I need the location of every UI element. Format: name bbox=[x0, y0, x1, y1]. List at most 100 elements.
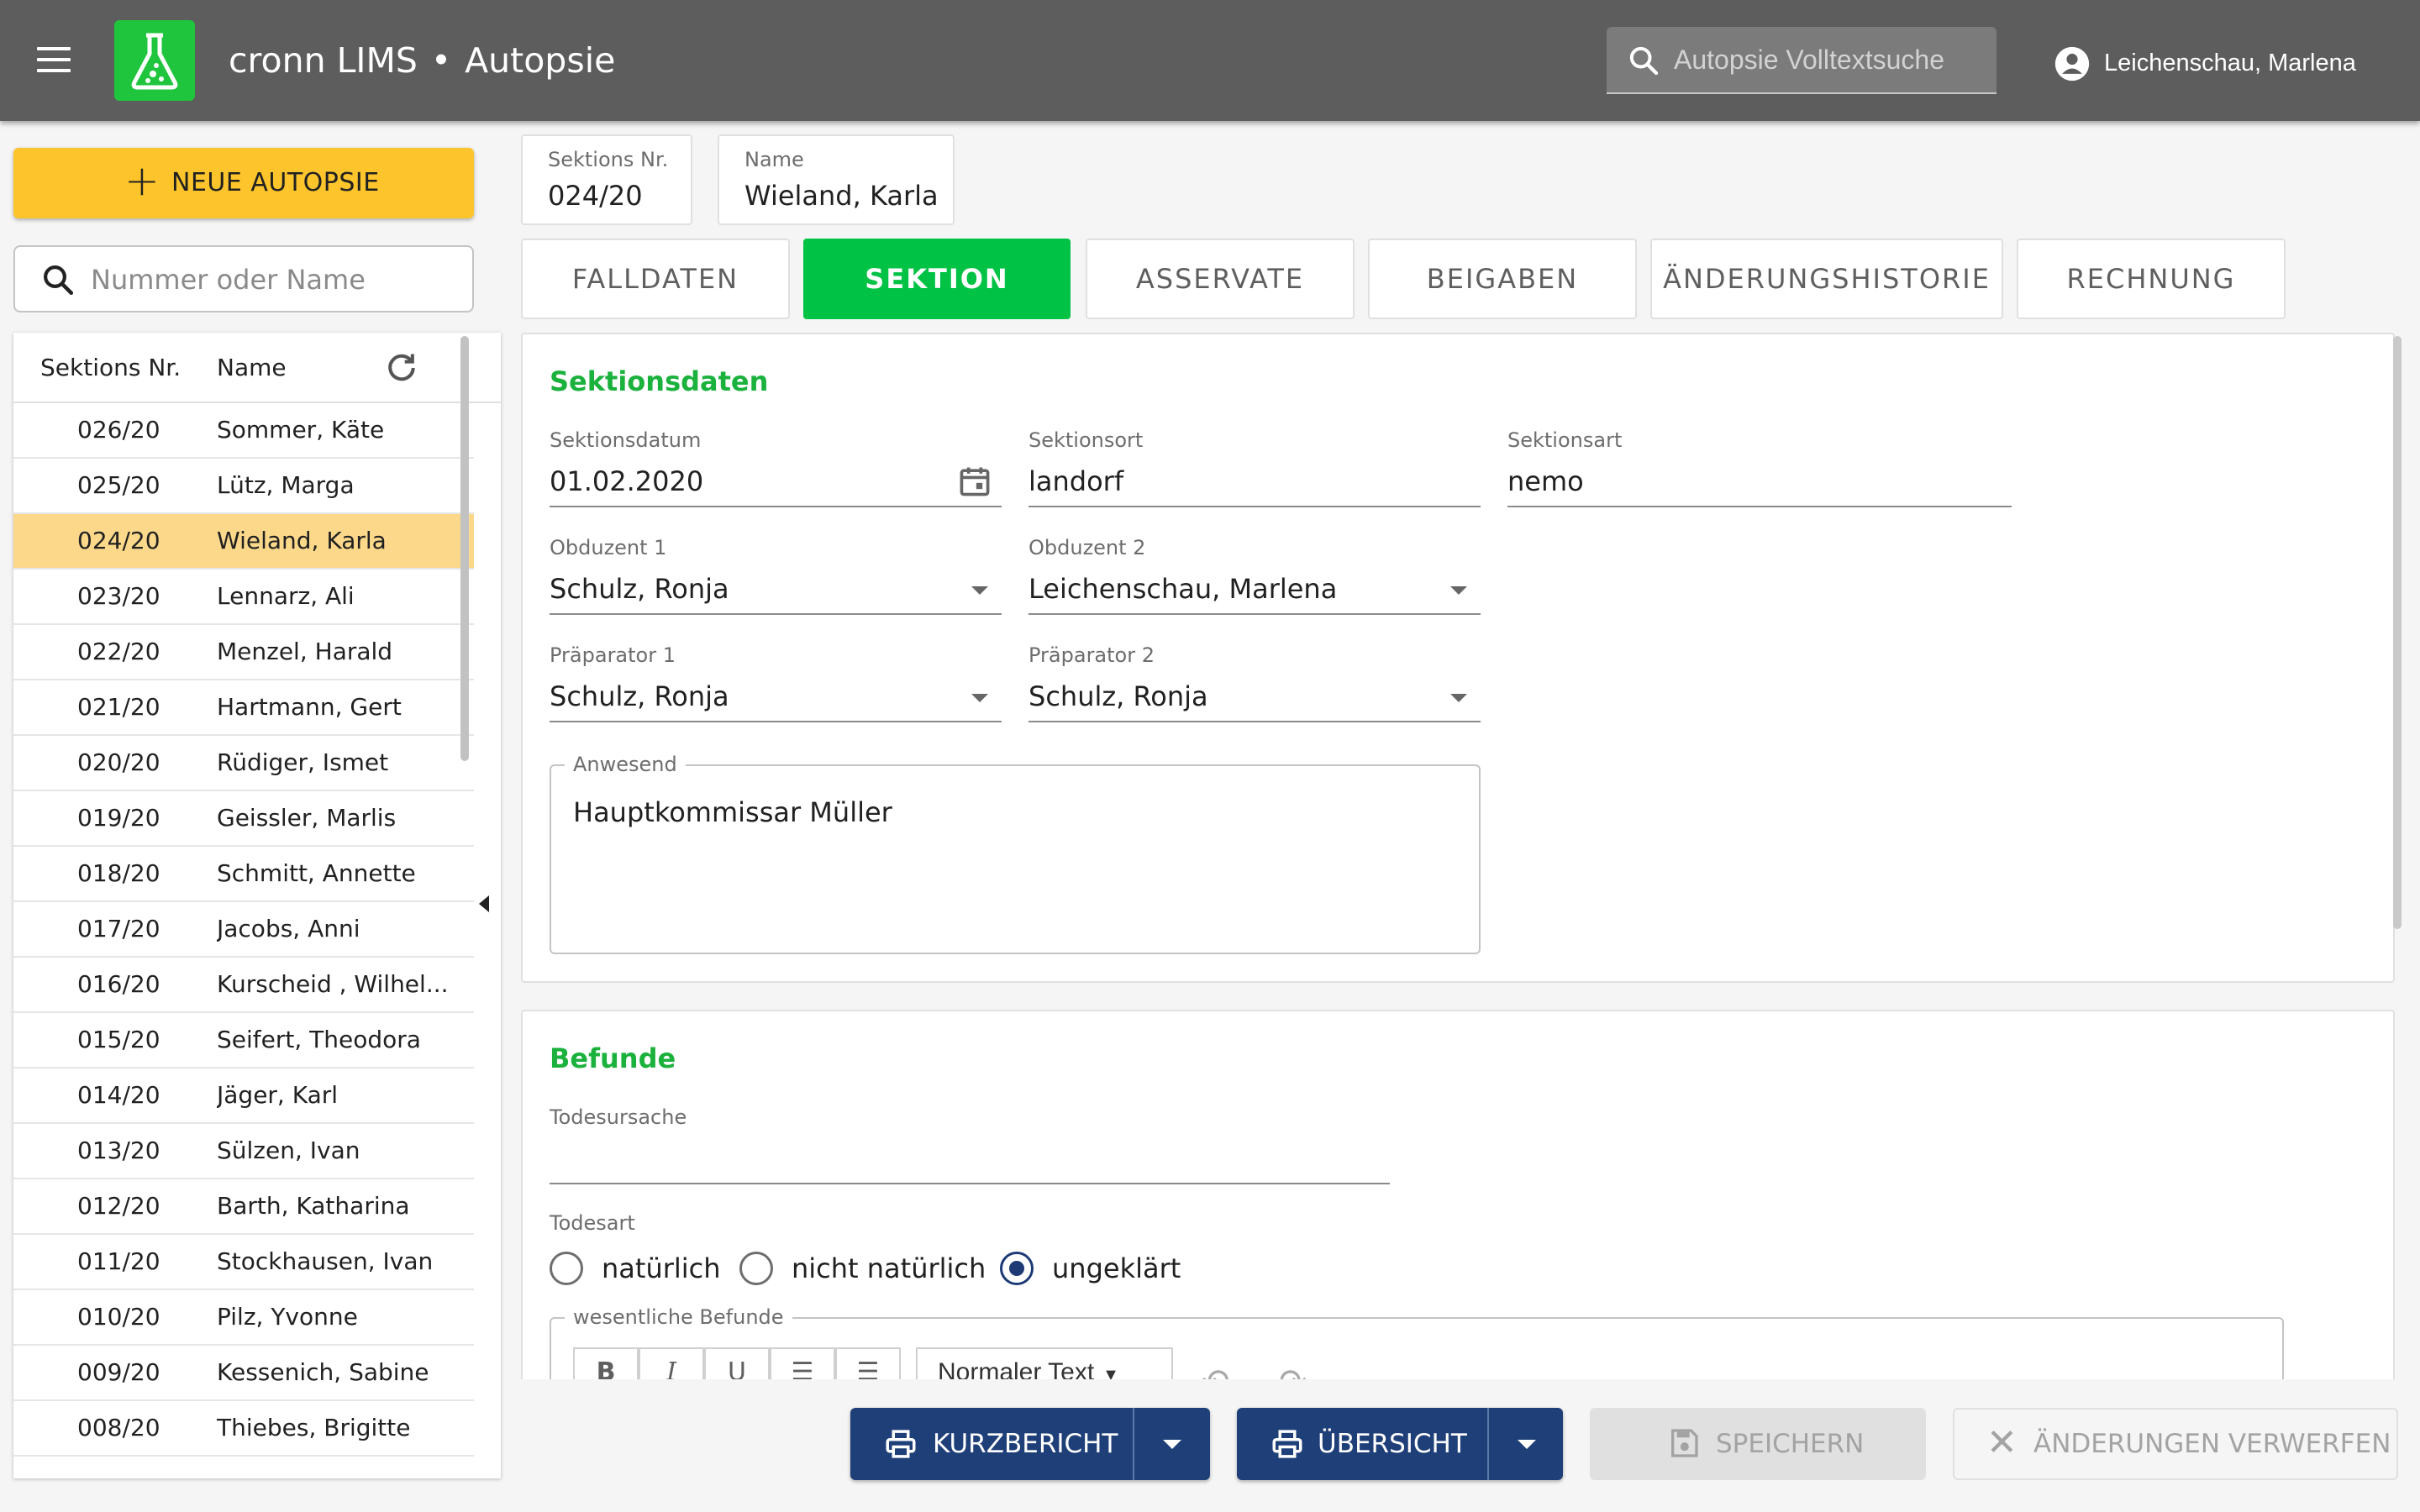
radio-label-natuerlich[interactable]: natürlich bbox=[602, 1251, 721, 1286]
chevron-down-icon[interactable] bbox=[971, 586, 988, 595]
app-name: cronn LIMS bbox=[229, 40, 418, 81]
row-name: Thiebes, Brigitte bbox=[217, 1414, 411, 1441]
record-name-box: Name Wieland, Karla bbox=[718, 134, 955, 225]
title-separator: • bbox=[430, 40, 452, 81]
app-title: cronn LIMS • Autopsie bbox=[229, 37, 615, 84]
sektionsdatum-label: Sektionsdatum bbox=[550, 428, 702, 452]
kurzbericht-label: KURZBERICHT bbox=[933, 1429, 1118, 1459]
record-number-value: 024/20 bbox=[548, 180, 643, 212]
collapse-sidebar-icon[interactable] bbox=[479, 895, 489, 912]
row-number: 017/20 bbox=[77, 915, 160, 942]
row-name: Sülzen, Ivan bbox=[217, 1137, 360, 1164]
anwesend-value: Hauptkommissar Müller bbox=[573, 796, 892, 828]
tab-rechnung[interactable]: RECHNUNG bbox=[2017, 239, 2286, 319]
calendar-icon[interactable] bbox=[956, 462, 993, 504]
hamburger-menu-icon[interactable] bbox=[37, 47, 71, 74]
table-row[interactable]: 023/20 Lennarz, Ali bbox=[13, 570, 474, 625]
new-autopsy-button[interactable]: + NEUE AUTOPSIE bbox=[13, 148, 474, 218]
speichern-button[interactable]: SPEICHERN bbox=[1590, 1408, 1926, 1480]
table-row[interactable]: 019/20 Geissler, Marlis bbox=[13, 791, 474, 847]
sektionsart-label: Sektionsart bbox=[1507, 428, 1623, 452]
uebersicht-button[interactable]: ÜBERSICHT bbox=[1237, 1408, 1563, 1480]
row-number: 026/20 bbox=[77, 416, 160, 444]
obduzent2-underline bbox=[1028, 613, 1481, 615]
sektionsort-input[interactable]: landorf bbox=[1028, 464, 1123, 499]
tab-beigaben[interactable]: BEIGABEN bbox=[1368, 239, 1637, 319]
aenderungen-verwerfen-button[interactable]: ✕ ÄNDERUNGEN VERWERFEN bbox=[1953, 1408, 2398, 1480]
row-name: Geissler, Marlis bbox=[217, 804, 397, 832]
obduzent1-label: Obduzent 1 bbox=[550, 536, 667, 559]
tab-falldaten[interactable]: FALLDATEN bbox=[521, 239, 790, 319]
row-name: Barth, Katharina bbox=[217, 1192, 410, 1220]
table-row[interactable]: 015/20 Seifert, Theodora bbox=[13, 1013, 474, 1068]
sektionsdatum-input[interactable]: 01.02.2020 bbox=[550, 464, 703, 499]
table-row[interactable]: 022/20 Menzel, Harald bbox=[13, 625, 474, 680]
record-name-value: Wieland, Karla bbox=[744, 180, 939, 212]
main-scrollbar[interactable] bbox=[2393, 336, 2402, 929]
table-row[interactable]: 013/20 Sülzen, Ivan bbox=[13, 1124, 474, 1179]
anwesend-textarea[interactable] bbox=[550, 764, 1481, 954]
table-row[interactable]: 026/20 Sommer, Käte bbox=[13, 403, 474, 459]
case-search-input[interactable]: Nummer oder Name bbox=[13, 245, 474, 312]
row-name: Lütz, Marga bbox=[217, 471, 355, 499]
table-row[interactable]: 010/20 Pilz, Yvonne bbox=[13, 1290, 474, 1346]
case-list-scrollbar[interactable] bbox=[460, 336, 469, 761]
uebersicht-label: ÜBERSICHT bbox=[1318, 1429, 1467, 1459]
obduzent2-select[interactable]: Leichenschau, Marlena bbox=[1028, 571, 1337, 606]
table-row[interactable]: 018/20 Schmitt, Annette bbox=[13, 847, 474, 902]
record-number-label: Sektions Nr. bbox=[548, 148, 669, 171]
chevron-down-icon[interactable] bbox=[971, 694, 988, 702]
row-name: Jacobs, Anni bbox=[217, 915, 360, 942]
obduzent1-select[interactable]: Schulz, Ronja bbox=[550, 571, 729, 606]
radio-natuerlich[interactable] bbox=[550, 1252, 583, 1285]
table-row[interactable]: 016/20 Kurscheid , Wilhel... bbox=[13, 958, 474, 1013]
chevron-down-icon[interactable] bbox=[1163, 1440, 1181, 1449]
radio-ungeklaert[interactable] bbox=[1000, 1252, 1034, 1285]
todesursache-label: Todesursache bbox=[550, 1105, 687, 1129]
global-search-placeholder: Autopsie Volltextsuche bbox=[1674, 45, 1944, 75]
radio-nicht-natuerlich[interactable] bbox=[739, 1252, 773, 1285]
chevron-down-icon[interactable] bbox=[1450, 586, 1467, 595]
sektionsart-input[interactable]: nemo bbox=[1507, 464, 1584, 499]
aenderungen-verwerfen-label: ÄNDERUNGEN VERWERFEN bbox=[2033, 1429, 2391, 1459]
tab-asservate[interactable]: ASSERVATE bbox=[1086, 239, 1355, 319]
row-number: 018/20 bbox=[77, 859, 160, 887]
table-row[interactable]: 021/20 Hartmann, Gert bbox=[13, 680, 474, 736]
table-row[interactable]: 024/20 Wieland, Karla bbox=[13, 514, 474, 570]
radio-label-nicht-natuerlich[interactable]: nicht natürlich bbox=[792, 1251, 986, 1286]
table-row[interactable]: 011/20 Stockhausen, Ivan bbox=[13, 1235, 474, 1290]
table-row[interactable]: 025/20 Lütz, Marga bbox=[13, 459, 474, 514]
case-list: Sektions Nr. Name 026/20 Sommer, Käte 025/… bbox=[13, 333, 501, 1478]
row-name: Pilz, Yvonne bbox=[217, 1303, 358, 1331]
radio-label-ungeklaert[interactable]: ungeklärt bbox=[1052, 1251, 1181, 1286]
praeparator2-underline bbox=[1028, 721, 1481, 722]
refresh-icon[interactable] bbox=[383, 349, 420, 390]
row-number: 024/20 bbox=[77, 527, 160, 554]
search-icon bbox=[1627, 44, 1660, 81]
chevron-down-icon[interactable] bbox=[1450, 694, 1467, 702]
praeparator2-label: Präparator 2 bbox=[1028, 643, 1155, 667]
row-number: 016/20 bbox=[77, 970, 160, 998]
table-row[interactable]: 017/20 Jacobs, Anni bbox=[13, 902, 474, 958]
table-row[interactable]: 014/20 Jäger, Karl bbox=[13, 1068, 474, 1124]
table-row[interactable]: 012/20 Barth, Katharina bbox=[13, 1179, 474, 1235]
tab-sektion[interactable]: SEKTION bbox=[803, 239, 1071, 319]
table-row[interactable]: 009/20 Kessenich, Sabine bbox=[13, 1346, 474, 1401]
table-row[interactable]: 020/20 Rüdiger, Ismet bbox=[13, 736, 474, 791]
record-name-label: Name bbox=[744, 148, 804, 171]
tab-aenderungshistorie[interactable]: ÄNDERUNGSHISTORIE bbox=[1650, 239, 2003, 319]
praeparator2-select[interactable]: Schulz, Ronja bbox=[1028, 679, 1208, 714]
chevron-down-icon[interactable] bbox=[1518, 1440, 1536, 1449]
global-search-field[interactable]: Autopsie Volltextsuche bbox=[1607, 27, 1996, 94]
praeparator1-select[interactable]: Schulz, Ronja bbox=[550, 679, 729, 714]
row-name: Sommer, Käte bbox=[217, 416, 385, 444]
row-name: Kessenich, Sabine bbox=[217, 1358, 429, 1386]
table-row[interactable]: 008/20 Thiebes, Brigitte bbox=[13, 1401, 474, 1457]
column-header-number[interactable]: Sektions Nr. bbox=[40, 353, 181, 383]
case-list-rows: 026/20 Sommer, Käte 025/20 Lütz, Marga 024/2… bbox=[13, 403, 501, 1457]
sektionsort-underline bbox=[1028, 506, 1481, 507]
row-name: Lennarz, Ali bbox=[217, 582, 355, 610]
kurzbericht-button[interactable]: KURZBERICHT bbox=[850, 1408, 1210, 1480]
column-header-name[interactable]: Name bbox=[217, 353, 287, 383]
record-number-box: Sektions Nr. 024/20 bbox=[521, 134, 692, 225]
